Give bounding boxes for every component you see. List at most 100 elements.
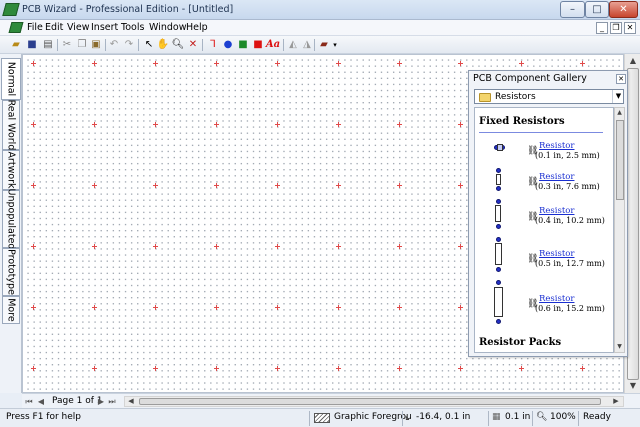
menu-help[interactable]: Help	[186, 22, 208, 33]
chevron-down-icon[interactable]: ▼	[612, 90, 624, 103]
pad-icon[interactable]: ●	[221, 38, 235, 52]
toolbar-separator	[138, 39, 139, 51]
track-icon[interactable]: ■	[236, 38, 250, 52]
grid-cross-icon	[214, 183, 219, 188]
wire-icon[interactable]: ⅂	[206, 38, 220, 52]
maximize-button[interactable]: □	[585, 1, 609, 18]
save-icon[interactable]: ■	[25, 38, 39, 52]
menu-window[interactable]: Window	[149, 22, 186, 33]
grid-cross-icon	[153, 305, 158, 310]
component-link[interactable]: Resistor	[539, 172, 574, 182]
grid-cross-icon	[214, 366, 219, 371]
document-minimize-button[interactable]: _	[596, 22, 608, 34]
document-restore-button[interactable]: ❐	[610, 22, 622, 34]
grid-cross-icon	[397, 122, 402, 127]
component-size: (0.6 in, 15.2 mm)	[535, 304, 605, 313]
next-page-icon[interactable]: ▶	[96, 396, 106, 407]
horizontal-scroll-thumb[interactable]	[139, 398, 601, 405]
status-separator	[488, 411, 489, 426]
grid-cross-icon	[92, 244, 97, 249]
grid-cross-icon	[336, 366, 341, 371]
component-link[interactable]: Resistor	[539, 294, 574, 304]
rectangle-icon[interactable]: ■	[251, 38, 265, 52]
gallery-scroll-thumb[interactable]	[616, 120, 624, 200]
component-link[interactable]: Resistor	[539, 206, 574, 216]
scroll-down-icon[interactable]: ▼	[627, 380, 639, 392]
minimize-button[interactable]: –	[560, 1, 585, 18]
tab-normal[interactable]: Normal	[1, 58, 21, 100]
scroll-left-icon[interactable]: ◀	[126, 396, 136, 406]
section-divider	[479, 132, 603, 133]
tab-more[interactable]: More	[2, 296, 20, 324]
page-label: Page 1 of 1	[52, 396, 103, 406]
pad-icon	[496, 224, 501, 229]
close-button[interactable]: ✕	[609, 1, 638, 18]
component-link[interactable]: Resistor	[539, 249, 574, 259]
pad-icon	[496, 280, 501, 285]
mirror-icon[interactable]: ◮	[300, 38, 314, 52]
tab-unpopulated[interactable]: Unpopulated	[2, 189, 20, 249]
undo-icon[interactable]: ↶	[107, 38, 121, 52]
category-select[interactable]: Resistors ▼	[474, 89, 624, 104]
status-ready: Ready	[583, 412, 611, 422]
delete-icon[interactable]: ✕	[186, 38, 200, 52]
grid-cross-icon	[153, 61, 158, 66]
category-value: Resistors	[495, 92, 536, 102]
scroll-up-icon[interactable]: ▲	[627, 55, 639, 67]
gallery-scrollbar[interactable]: ▲ ▼	[614, 107, 625, 353]
grid-cross-icon	[336, 305, 341, 310]
grid-cross-icon	[92, 183, 97, 188]
vertical-scroll-thumb[interactable]	[627, 68, 639, 380]
grid-cross-icon	[153, 183, 158, 188]
cut-icon[interactable]: ✂	[60, 38, 74, 52]
horizontal-scrollbar[interactable]: ◀ ▶	[124, 396, 624, 407]
grid-cross-icon	[458, 61, 463, 66]
grid-cross-icon	[275, 366, 280, 371]
scroll-up-icon[interactable]: ▲	[615, 108, 624, 118]
text-icon[interactable]: Aa	[264, 38, 282, 52]
pcb-wizard-app-icon	[2, 3, 20, 16]
grid-cross-icon	[519, 61, 524, 66]
select-icon[interactable]: ↖	[142, 38, 156, 52]
pad-icon	[496, 186, 501, 191]
menu-tools[interactable]: Tools	[121, 22, 144, 33]
gallery-close-button[interactable]: ✕	[616, 74, 626, 84]
grid-cross-icon	[31, 61, 36, 66]
hand-icon[interactable]: ✋	[156, 38, 170, 52]
chevron-down-icon[interactable]: ▾	[328, 38, 342, 52]
previous-page-icon[interactable]: ◀	[36, 396, 46, 407]
component-link[interactable]: Resistor	[539, 141, 574, 151]
menu-edit[interactable]: Edit	[45, 22, 63, 33]
document-icon[interactable]	[8, 22, 24, 33]
status-coords: -16.4, 0.1 in	[416, 412, 471, 422]
grid-cross-icon	[336, 183, 341, 188]
scroll-right-icon[interactable]: ▶	[611, 396, 621, 406]
document-close-button[interactable]: ✕	[624, 22, 636, 34]
zoom-icon[interactable]: 🔍︎	[171, 38, 185, 52]
resistor-body	[494, 287, 503, 317]
component-size: (0.3 in, 7.6 mm)	[535, 182, 600, 191]
first-page-icon[interactable]: ⏮	[24, 396, 34, 407]
grid-cross-icon	[214, 244, 219, 249]
print-icon[interactable]: ▤	[41, 38, 55, 52]
tab-artwork[interactable]: Artwork	[2, 150, 20, 190]
open-icon[interactable]: ▰	[9, 38, 23, 52]
paste-icon[interactable]: ▣	[89, 38, 103, 52]
grid-cross-icon	[458, 244, 463, 249]
tab-real-world[interactable]: Real World	[2, 100, 20, 150]
menu-file[interactable]: File	[27, 22, 43, 33]
redo-icon[interactable]: ↷	[122, 38, 136, 52]
scroll-down-icon[interactable]: ▼	[615, 342, 624, 352]
pad-icon	[496, 267, 501, 272]
grid-cross-icon	[153, 244, 158, 249]
status-grid: 0.1 in	[505, 412, 531, 422]
flip-icon[interactable]: ◭	[286, 38, 300, 52]
copy-icon[interactable]: ❐	[75, 38, 89, 52]
menu-insert[interactable]: Insert	[91, 22, 118, 33]
grid-cross-icon	[31, 183, 36, 188]
last-page-icon[interactable]: ⏭	[107, 396, 117, 407]
page-navigation-bar: ⏮ ◀ Page 1 of 1 ▶ ⏭ ◀ ▶	[22, 393, 640, 408]
tab-prototype[interactable]: Prototype	[2, 248, 20, 296]
menu-view[interactable]: View	[67, 22, 90, 33]
grid-cross-icon	[214, 305, 219, 310]
